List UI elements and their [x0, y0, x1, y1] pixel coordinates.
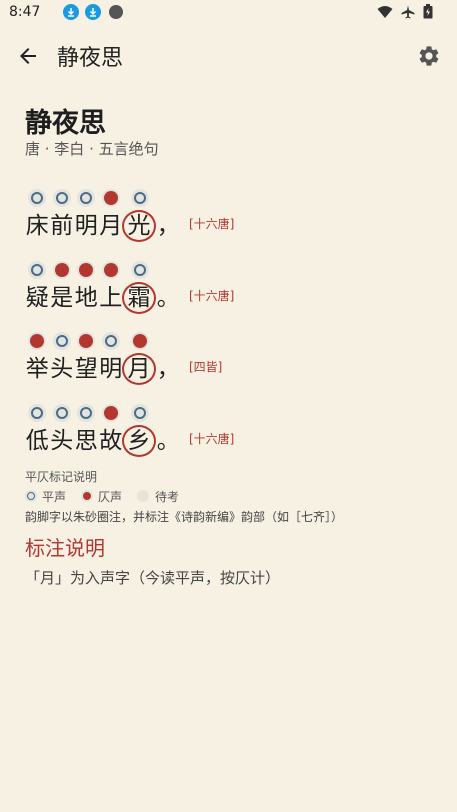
back-arrow-icon[interactable] — [16, 44, 40, 68]
rhyme-char[interactable]: 光 — [122, 210, 156, 242]
poem-line: 床前明月光， [十六唐] — [25, 186, 445, 246]
ping-tone-icon — [102, 332, 120, 350]
ping-tone-icon — [131, 404, 149, 422]
ze-tone-icon — [102, 261, 120, 279]
ping-tone-icon — [28, 404, 46, 422]
airplane-icon — [401, 5, 415, 18]
poem-char[interactable]: 地 — [74, 282, 99, 314]
ze-tone-icon — [131, 332, 149, 350]
ping-tone-icon — [53, 189, 71, 207]
poem-char[interactable]: 思 — [74, 425, 99, 457]
legend-row: 平声 仄声 待考 — [25, 488, 325, 504]
status-time: 8:47 — [9, 4, 41, 20]
punctuation[interactable]: ， — [156, 353, 181, 385]
ping-tone-icon — [77, 189, 95, 207]
ping-tone-icon — [77, 404, 95, 422]
notes-heading: 标注说明 — [25, 536, 105, 560]
wifi-icon — [377, 5, 393, 18]
poem-char[interactable]: 明 — [74, 210, 99, 242]
legend-pending-label: 待考 — [155, 490, 180, 504]
poem-line-chars: 举头望明月， — [25, 353, 265, 385]
app-bar: 静夜思 — [0, 26, 457, 86]
poem-char[interactable]: 低 — [25, 425, 50, 457]
download-icon — [63, 4, 79, 20]
legend-ping-label: 平声 — [42, 490, 67, 504]
legend-note: 韵脚字以朱砂圈注，并标注《诗韵新编》韵部（如［七齐］） — [25, 510, 344, 524]
tone-dots-row — [25, 258, 175, 279]
ze-tone-icon — [102, 404, 120, 422]
ping-tone-icon — [25, 490, 37, 502]
punctuation[interactable]: 。 — [156, 282, 181, 314]
download-icon — [85, 4, 101, 20]
legend-ze-label: 仄声 — [98, 490, 123, 504]
ping-tone-icon — [131, 189, 149, 207]
poem-char[interactable]: 举 — [25, 353, 50, 385]
ping-tone-icon — [53, 404, 71, 422]
battery-icon — [423, 4, 433, 19]
ping-tone-icon — [28, 261, 46, 279]
punctuation[interactable]: 。 — [156, 425, 181, 457]
poem-char[interactable]: 床 — [25, 210, 50, 242]
poem-char[interactable]: 故 — [99, 425, 124, 457]
ze-tone-icon — [77, 332, 95, 350]
ze-tone-icon — [53, 261, 71, 279]
rhyme-tag: [四皆] — [189, 360, 223, 374]
ping-tone-icon — [28, 189, 46, 207]
ze-tone-icon — [102, 189, 120, 207]
notes-body: 「月」为入声字（今读平声，按仄计） — [25, 569, 281, 587]
poem-char[interactable]: 头 — [50, 353, 75, 385]
notification-dot-icon — [109, 5, 123, 19]
pending-tone-icon — [137, 490, 149, 502]
ping-tone-icon — [53, 332, 71, 350]
rhyme-char[interactable]: 霜 — [122, 282, 156, 314]
punctuation[interactable]: ， — [156, 210, 181, 242]
rhyme-tag: [十六唐] — [189, 432, 235, 446]
poem-char[interactable]: 望 — [74, 353, 99, 385]
tone-dots-row — [25, 329, 175, 350]
tone-dots-row — [25, 186, 175, 207]
poem-title: 静夜思 — [25, 108, 106, 139]
poem-char[interactable]: 是 — [50, 282, 75, 314]
poem-char[interactable]: 前 — [50, 210, 75, 242]
poem-meta: 唐 · 李白 · 五言绝句 — [25, 140, 159, 158]
gear-icon[interactable] — [417, 44, 441, 68]
rhyme-char[interactable]: 乡 — [122, 425, 156, 457]
poem-char[interactable]: 月 — [99, 210, 124, 242]
status-bar: 8:47 — [0, 0, 457, 26]
rhyme-tag: [十六唐] — [189, 217, 235, 231]
poem-line: 举头望明月， [四皆] — [25, 329, 445, 389]
rhyme-char[interactable]: 月 — [122, 353, 156, 385]
poem-line: 低头思故乡。 [十六唐] — [25, 401, 445, 461]
ze-tone-icon — [77, 261, 95, 279]
ping-tone-icon — [131, 261, 149, 279]
poem-char[interactable]: 头 — [50, 425, 75, 457]
poem-line: 疑是地上霜。 [十六唐] — [25, 258, 445, 318]
legend-title: 平仄标记说明 — [25, 470, 98, 484]
poem-char[interactable]: 疑 — [25, 282, 50, 314]
poem-header: 静夜思 唐 · 李白 · 五言绝句 — [25, 106, 435, 159]
ze-tone-icon — [81, 490, 93, 502]
ze-tone-icon — [28, 332, 46, 350]
tone-dots-row — [25, 401, 175, 422]
poem-char[interactable]: 明 — [99, 353, 124, 385]
rhyme-tag: [十六唐] — [189, 289, 235, 303]
app-bar-title: 静夜思 — [57, 46, 124, 71]
poem-char[interactable]: 上 — [99, 282, 124, 314]
